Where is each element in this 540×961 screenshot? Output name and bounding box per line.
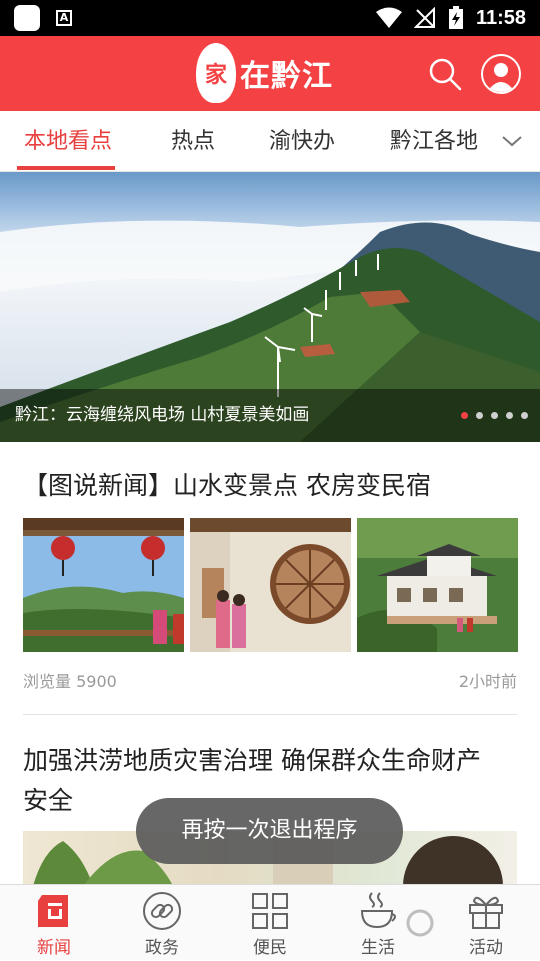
carousel-dot[interactable] xyxy=(491,412,498,419)
carousel-dot[interactable] xyxy=(521,412,528,419)
article-views: 浏览量 5900 xyxy=(23,672,117,691)
battery-charging-icon xyxy=(448,6,463,29)
active-tab-indicator xyxy=(17,166,115,170)
article-divider xyxy=(23,714,517,715)
thumbnail-image xyxy=(23,518,184,652)
notification-a-icon: A xyxy=(56,10,72,26)
article-time: 2小时前 xyxy=(458,672,517,691)
tab-qianjiang-areas-wrapper: 黔江各地 xyxy=(390,111,480,172)
logo-seal-text: 家 xyxy=(204,62,227,88)
carousel-indicator xyxy=(461,412,528,419)
article-title-line-2[interactable]: 安全 xyxy=(23,781,73,821)
thumbnail-image-window xyxy=(190,518,351,652)
hero-caption: 黔江：云海缠绕风电场 山村夏景美如画 xyxy=(0,389,540,442)
carousel-dot[interactable] xyxy=(461,412,468,419)
status-time: 11:58 xyxy=(475,6,526,29)
thumbnail-image xyxy=(357,518,518,652)
grid-icon xyxy=(252,893,288,929)
category-tabs: 本地看点 热点 渝快办 黔江各地 xyxy=(0,111,540,172)
carousel-dot[interactable] xyxy=(476,412,483,419)
tab-yukuaiban[interactable]: 渝快办 xyxy=(269,111,335,172)
tab-local-highlights[interactable]: 本地看点 xyxy=(24,111,112,172)
tab-qianjiang-areas[interactable]: 黔江各地 xyxy=(390,111,478,172)
logo-seal: 家 xyxy=(196,43,236,103)
thumbnail-image-pavilion xyxy=(23,518,184,652)
chevron-down-icon[interactable] xyxy=(500,129,524,153)
article-title-line-1[interactable]: 加强洪涝地质灾害治理 确保群众生命财产 xyxy=(23,741,481,781)
app-header: 家 在黔江 xyxy=(0,36,540,111)
nav-label: 便民 xyxy=(253,938,287,958)
status-bar: A 11:58 xyxy=(0,0,540,36)
thumbnail-image xyxy=(190,518,351,652)
nav-news[interactable]: 新闻 xyxy=(0,885,108,961)
article-title[interactable]: 【图说新闻】山水变景点 农房变民宿 xyxy=(23,466,431,506)
link-icon xyxy=(143,892,181,930)
coffee-icon xyxy=(360,892,396,929)
notification-app-icon xyxy=(14,5,40,31)
watermark-logo-icon xyxy=(406,909,434,937)
nav-government[interactable]: 政务 xyxy=(108,885,216,961)
news-icon xyxy=(38,895,68,927)
search-icon[interactable] xyxy=(428,57,462,91)
nav-label: 政务 xyxy=(145,938,179,958)
tab-hot[interactable]: 热点 xyxy=(171,111,215,172)
no-signal-icon xyxy=(413,7,435,28)
thumbnail-image-villa xyxy=(357,518,518,652)
user-icon xyxy=(487,63,515,92)
user-profile-button[interactable] xyxy=(481,54,521,94)
nav-label: 新闻 xyxy=(37,938,71,958)
article-thumbnails[interactable] xyxy=(23,518,518,652)
watermark xyxy=(405,893,540,951)
hero-banner[interactable]: 黔江：云海缠绕风电场 山村夏景美如画 xyxy=(0,172,540,442)
carousel-dot[interactable] xyxy=(506,412,513,419)
logo-text: 在黔江 xyxy=(240,59,333,94)
exit-toast: 再按一次退出程序 xyxy=(136,798,403,864)
app-logo: 家 在黔江 xyxy=(196,43,333,103)
wifi-icon xyxy=(375,7,402,28)
nav-convenience[interactable]: 便民 xyxy=(216,885,324,961)
